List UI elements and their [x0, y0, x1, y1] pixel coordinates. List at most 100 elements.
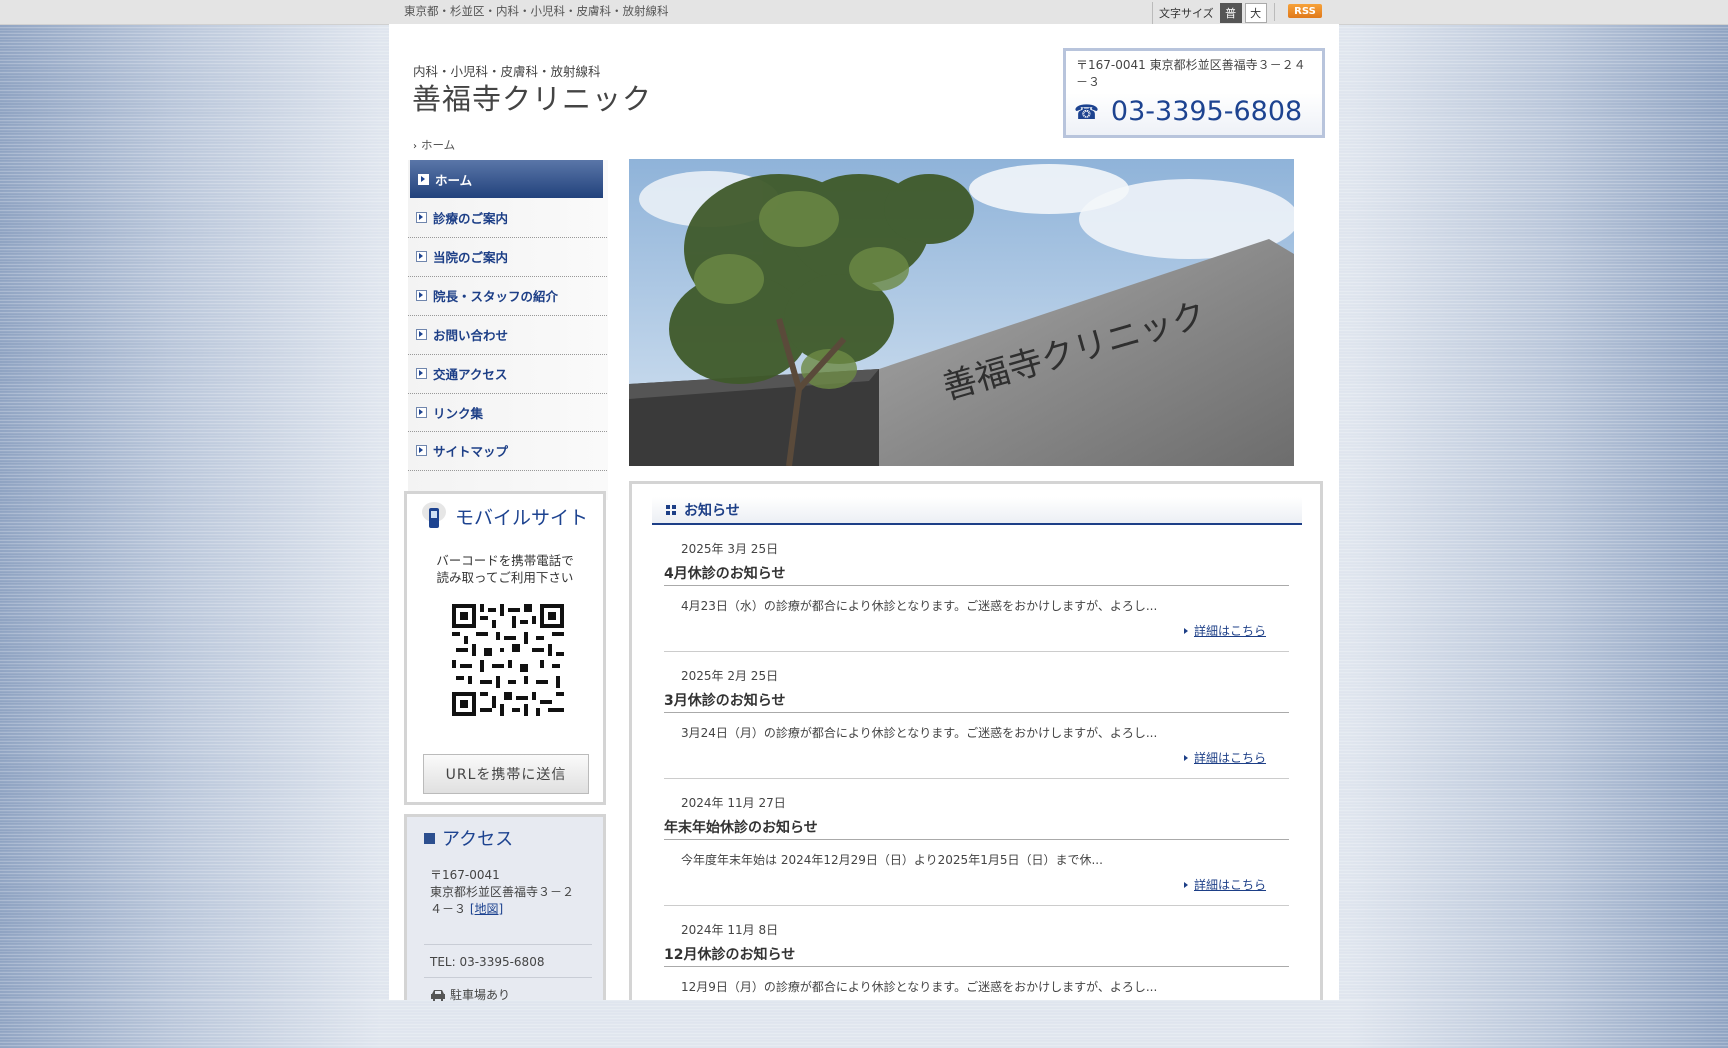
news-entry: 2024年 11月 27日 年末年始休診のお知らせ 今年度年末年始は 2024年… — [664, 794, 1294, 921]
sidebar-item-clinic-info[interactable]: 当院のご案内 — [408, 237, 607, 277]
arrow-box-icon — [416, 445, 427, 456]
arrow-box-icon — [416, 251, 427, 262]
map-link[interactable]: [地図] — [470, 902, 503, 916]
hero-image: 善福寺クリニック — [629, 159, 1294, 466]
divider — [664, 651, 1289, 652]
top-bar: 東京都・杉並区・内科・小児科・皮膚科・放射線科 文字サイズ 普 大 RSS — [0, 0, 1728, 25]
clinic-building-photo: 善福寺クリニック — [629, 159, 1294, 466]
news-entry-title[interactable]: 4月休診のお知らせ — [664, 563, 785, 583]
sidebar-item-label: 診療のご案内 — [433, 211, 509, 226]
sidebar-item-label: リンク集 — [433, 405, 484, 421]
news-excerpt: 4月23日（水）の診療が都合により休診となります。ご迷惑をおかけしますが、よろし… — [681, 599, 1158, 613]
news-header: お知らせ — [652, 497, 1302, 525]
news-date: 2024年 11月 8日 — [681, 923, 779, 937]
contact-address: 〒167-0041 東京都杉並区善福寺３－２４－３ — [1076, 58, 1306, 89]
access-postal: 〒167-0041 — [430, 868, 500, 882]
font-size-large-button[interactable]: 大 — [1244, 3, 1267, 23]
sidebar-item-contact[interactable]: お問い合わせ — [408, 315, 607, 355]
breadcrumb: › ホーム — [413, 137, 455, 153]
arrow-box-icon — [416, 406, 427, 418]
grid-icon — [666, 505, 676, 515]
access-title: アクセス — [442, 829, 514, 850]
sidebar-item-staff[interactable]: 院長・スタッフの紹介 — [408, 276, 607, 316]
news-entry: 2025年 3月 25日 4月休診のお知らせ 4月23日（水）の診療が都合により… — [664, 540, 1294, 667]
news-entry: 2024年 11月 8日 12月休診のお知らせ 12月9日（月）の診療が都合によ… — [664, 921, 1294, 1048]
font-size-label: 文字サイズ — [1159, 7, 1214, 20]
read-more-link[interactable]: 詳細はこちら — [1184, 622, 1266, 639]
font-size-switcher: 文字サイズ 普 大 — [1152, 2, 1270, 24]
news-excerpt: 今年度年末年始は 2024年12月29日（日）より2025年1月5日（日）まで休… — [681, 853, 1103, 867]
divider — [664, 778, 1289, 779]
top-tagline: 東京都・杉並区・内科・小児科・皮膚科・放射線科 — [404, 4, 669, 18]
car-icon — [431, 989, 445, 1001]
arrow-box-icon — [416, 212, 427, 223]
mobile-site-title: モバイルサイト — [455, 506, 589, 529]
phone-icon: ☎ — [1074, 99, 1099, 124]
qr-code-image — [452, 604, 564, 716]
news-excerpt: 3月24日（月）の診療が都合により休診となります。ご迷惑をおかけしますが、よろし… — [681, 726, 1158, 740]
sidebar-item-links[interactable]: リンク集 — [408, 393, 607, 432]
access-parking-label: 駐車場あり — [450, 988, 511, 1002]
read-more-label[interactable]: 詳細はこちら — [1194, 749, 1266, 766]
arrow-box-icon — [416, 368, 427, 379]
sidebar-item-access[interactable]: 交通アクセス — [408, 354, 607, 394]
read-more-link[interactable]: 詳細はこちら — [1184, 749, 1266, 766]
news-date: 2025年 2月 25日 — [681, 669, 779, 683]
mobile-site-description: バーコードを携帯電話で 読み取ってご利用下さい — [407, 552, 603, 586]
sidebar-item-label: 当院のご案内 — [433, 250, 509, 265]
read-more-label[interactable]: 詳細はこちら — [1194, 876, 1266, 893]
arrow-box-icon — [416, 290, 427, 301]
rss-button[interactable]: RSS — [1288, 4, 1322, 18]
news-entry-title[interactable]: 年末年始休診のお知らせ — [664, 817, 818, 837]
divider — [424, 977, 592, 978]
access-address: 〒167-0041 東京都杉並区善福寺３－２４－３ [地図] — [430, 867, 580, 918]
triangle-right-icon — [1184, 881, 1188, 888]
news-date: 2025年 3月 25日 — [681, 542, 779, 556]
read-more-link[interactable]: 詳細はこちら — [1184, 876, 1266, 893]
contact-phone-number: 03-3395-6808 — [1110, 96, 1303, 127]
triangle-right-icon — [1184, 627, 1188, 634]
arrow-box-icon — [418, 173, 429, 185]
divider — [664, 905, 1289, 906]
divider — [664, 966, 1289, 967]
site-logo-title[interactable]: 善福寺クリニック — [412, 76, 652, 118]
sidebar-item-sitemap[interactable]: サイトマップ — [408, 431, 607, 471]
news-date: 2024年 11月 27日 — [681, 796, 786, 810]
triangle-right-icon — [1184, 754, 1188, 761]
mobile-desc-line1: バーコードを携帯電話で — [436, 553, 574, 568]
news-section: お知らせ 2025年 3月 25日 4月休診のお知らせ 4月23日（水）の診療が… — [629, 481, 1323, 1000]
read-more-label[interactable]: 詳細はこちら — [1194, 622, 1266, 639]
access-parking: 駐車場あり — [430, 986, 510, 1003]
mobile-site-box: モバイルサイト バーコードを携帯電話で 読み取ってご利用下さい URLを携帯に送… — [404, 491, 606, 805]
news-title: お知らせ — [684, 503, 740, 519]
send-url-button[interactable]: URLを携帯に送信 — [423, 754, 589, 794]
contact-box: 〒167-0041 東京都杉並区善福寺３－２４－３ ☎ 03-3395-6808 — [1063, 48, 1325, 138]
breadcrumb-home[interactable]: ホーム — [421, 138, 455, 152]
page-container: 内科・小児科・皮膚科・放射線科 善福寺クリニック 〒167-0041 東京都杉並… — [389, 24, 1339, 1003]
news-entry-title[interactable]: 3月休診のお知らせ — [664, 690, 785, 710]
sidebar-item-label: お問い合わせ — [433, 328, 509, 343]
access-tel: TEL: 03-3395-6808 — [430, 955, 545, 969]
mobile-desc-line2: 読み取ってご利用下さい — [436, 570, 574, 585]
sidebar-item-medical-info[interactable]: 診療のご案内 — [408, 198, 607, 238]
sidebar-nav: ホーム 診療のご案内 当院のご案内 院長・スタッフの紹介 お問い合わせ 交通アク… — [408, 160, 608, 500]
sidebar-item-label: 院長・スタッフの紹介 — [433, 289, 559, 304]
divider — [1274, 3, 1275, 21]
arrow-box-icon — [416, 329, 427, 340]
mobile-phone-icon — [422, 502, 446, 528]
sidebar-item-home[interactable]: ホーム — [410, 160, 603, 198]
square-bullet-icon — [424, 832, 435, 844]
divider — [664, 712, 1289, 713]
news-entry-title[interactable]: 12月休診のお知らせ — [664, 944, 795, 964]
sidebar-item-label: 交通アクセス — [433, 367, 508, 382]
font-size-normal-button[interactable]: 普 — [1219, 3, 1242, 23]
news-excerpt: 12月9日（月）の診療が都合により休診となります。ご迷惑をおかけしますが、よろし… — [681, 980, 1158, 994]
access-box: アクセス 〒167-0041 東京都杉並区善福寺３－２４－３ [地図] TEL:… — [404, 814, 606, 1003]
chevron-right-icon: › — [413, 141, 417, 152]
qr-code — [452, 604, 564, 720]
news-entry: 2025年 2月 25日 3月休診のお知らせ 3月24日（月）の診療が都合により… — [664, 667, 1294, 794]
mobile-site-header: モバイルサイト — [421, 499, 588, 533]
sidebar-item-label: ホーム — [435, 172, 473, 188]
sidebar-item-label: サイトマップ — [433, 444, 509, 459]
divider — [664, 585, 1289, 586]
